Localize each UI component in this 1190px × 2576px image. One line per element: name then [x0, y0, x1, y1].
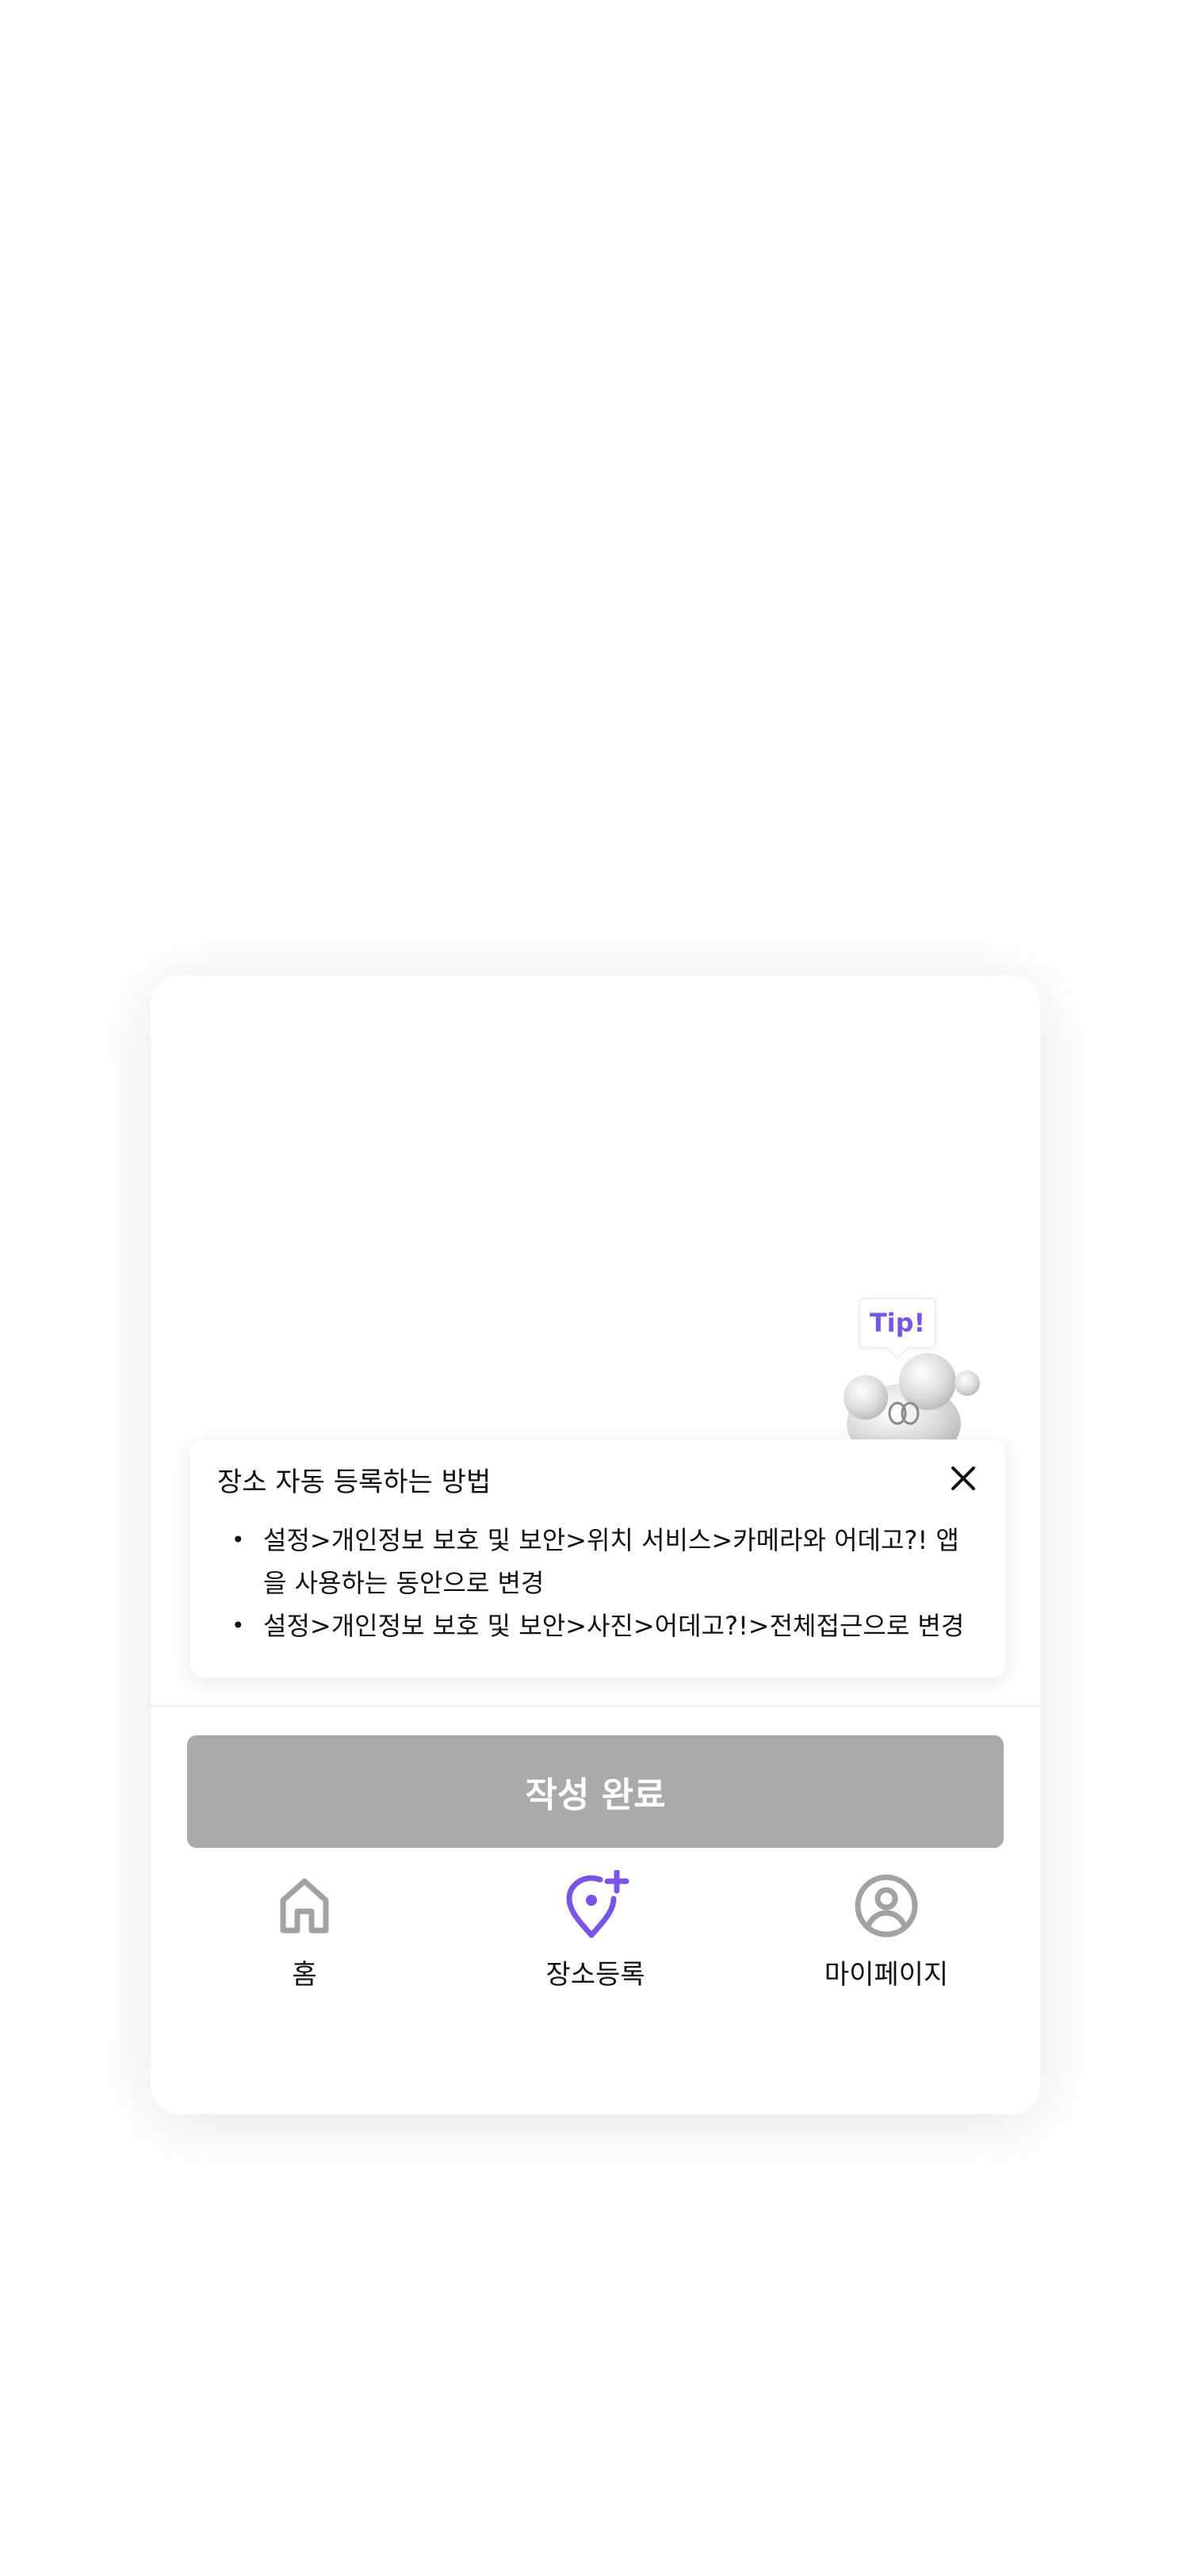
tab-home-label: 홈 — [292, 1959, 317, 1991]
tip-title: 장소 자동 등록하는 방법 — [217, 1466, 492, 1498]
bullet: • — [231, 1527, 245, 1553]
tip-item-text: 설정>개인정보 보호 및 보안>위치 서비스>카메라와 어데고?! 앱을 사용하… — [263, 1525, 959, 1598]
tip-list: • 설정>개인정보 보호 및 보안>위치 서비스>카메라와 어데고?! 앱을 사… — [220, 1519, 981, 1647]
mascot-illustration — [844, 1353, 980, 1443]
location-add-icon — [566, 1870, 629, 1938]
tab-register-place[interactable]: 장소등록 — [476, 1854, 714, 2005]
list-item: • 설정>개인정보 보호 및 보안>사진>어데고?!>전체접근으로 변경 — [220, 1604, 981, 1647]
tab-mypage-label: 마이페이지 — [824, 1959, 949, 1991]
tab-mypage[interactable]: 마이페이지 — [767, 1854, 1005, 2005]
bullet: • — [231, 1612, 245, 1639]
tip-card: 장소 자동 등록하는 방법 • 설정>개인정보 보호 및 보안>위치 서비스>카… — [190, 1439, 1005, 1677]
list-item: • 설정>개인정보 보호 및 보안>위치 서비스>카메라와 어데고?! 앱을 사… — [220, 1519, 981, 1604]
user-circle-icon — [855, 1874, 918, 1938]
close-button[interactable] — [942, 1457, 985, 1500]
tab-home[interactable]: 홈 — [186, 1854, 423, 2005]
close-icon — [951, 1466, 975, 1490]
home-icon — [280, 1878, 329, 1934]
tip-item-text: 설정>개인정보 보호 및 보안>사진>어데고?!>전체접근으로 변경 — [263, 1611, 965, 1641]
bottom-bar: 작성 완료 홈 장소등록 마이페이지 — [151, 1705, 1040, 2114]
submit-button[interactable]: 작성 완료 — [187, 1735, 1004, 1848]
tip-badge: Tip! — [859, 1298, 936, 1348]
tab-register-label: 장소등록 — [545, 1959, 645, 1991]
